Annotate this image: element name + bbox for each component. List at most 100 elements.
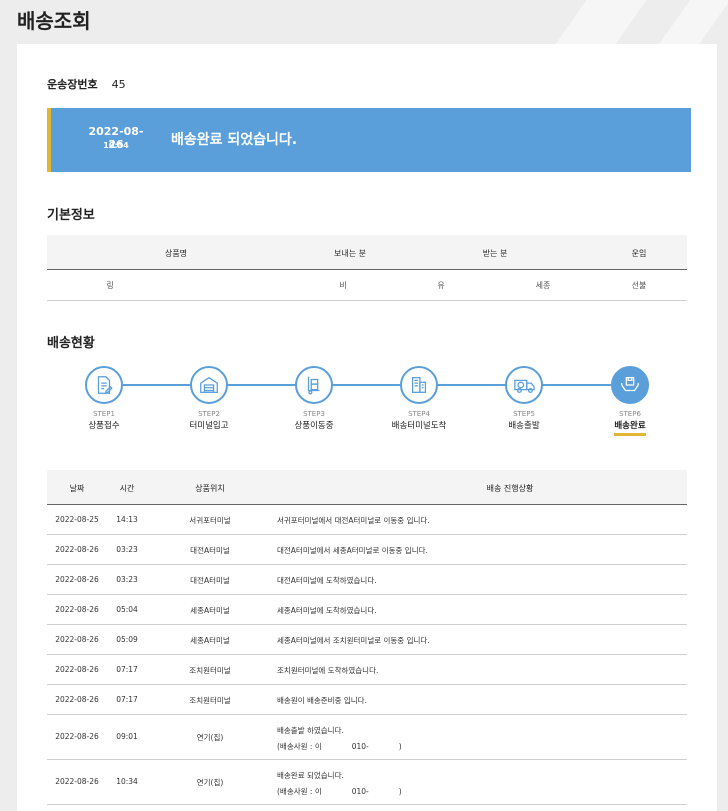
step-number: STEP6	[619, 410, 641, 418]
step-number: STEP3	[303, 410, 325, 418]
step-4: STEP4 배송터미널도착	[374, 366, 464, 431]
row-time: 03:23	[116, 545, 138, 554]
delivery-status-title: 배송현황	[47, 336, 95, 351]
sender-name: 비	[339, 281, 347, 290]
receiver-name: 유	[437, 281, 445, 290]
row-date: 2022-08-26	[55, 545, 99, 554]
buildings-icon	[400, 366, 438, 404]
step-name: 배송출발	[508, 421, 540, 431]
row-time: 07:17	[116, 695, 138, 704]
delivery-steps: STEP1 상품접수 STEP2 터미널입고 STEP3 상품이동중 STEP4…	[47, 366, 687, 446]
status-message: 배송완료 되었습니다.	[171, 132, 298, 148]
step-6: STEP6 배송완료	[585, 366, 675, 436]
status-time: 10:34	[103, 141, 129, 150]
header-receiver: 받는 분	[482, 249, 508, 258]
header-date: 날짜	[69, 484, 85, 493]
redacted-mask	[321, 740, 352, 749]
row-time: 10:34	[116, 777, 138, 786]
row-date: 2022-08-26	[55, 575, 99, 584]
header-location: 상품위치	[195, 484, 225, 493]
row-time: 07:17	[116, 665, 138, 674]
redacted-mask	[368, 740, 399, 749]
table-row: 2022-08-26 05:09 세종A터미널 세종A터미널에서 조치원터미널로…	[47, 625, 687, 655]
row-status: 대전A터미널에 도착하였습니다.	[277, 576, 377, 585]
row-date: 2022-08-26	[55, 695, 99, 704]
hands-package-icon	[611, 366, 649, 404]
table-header: 상품명 보내는 분 받는 분 운임	[47, 235, 687, 270]
status-banner: 2022-08-26 10:34 배송완료 되었습니다.	[47, 108, 691, 172]
row-status: 대전A터미널에서 세종A터미널로 이동중 입니다.	[277, 546, 428, 555]
step-5: STEP5 배송출발	[479, 366, 569, 431]
step-number: STEP2	[198, 410, 220, 418]
waybill-label: 운송장번호	[47, 78, 98, 91]
waybill-number: 운송장번호 45	[47, 76, 126, 92]
row-location: 서귀포터미널	[189, 516, 231, 525]
redacted-mask	[368, 785, 399, 794]
header-time: 시간	[119, 484, 135, 493]
table-row: 2022-08-26 09:01 연기(집) 배송출발 하였습니다. (배송사원…	[47, 715, 687, 760]
courier-info: (배송사원 : 이 010-)	[277, 740, 402, 752]
step-2: STEP2 터미널입고	[164, 366, 254, 431]
document-pen-icon	[85, 366, 123, 404]
courier-name: (배송사원 : 이	[277, 787, 322, 796]
row-date: 2022-08-26	[55, 605, 99, 614]
row-time: 05:09	[116, 635, 138, 644]
row-location: 연기(집)	[196, 733, 224, 742]
header-sender: 보내는 분	[334, 249, 366, 258]
row-location: 조치원터미널	[189, 696, 231, 705]
row-status: 세종A터미널에서 조치원터미널로 이동중 입니다.	[277, 636, 430, 645]
step-name: 터미널입고	[189, 421, 229, 431]
table-row: 2022-08-26 03:23 대전A터미널 대전A터미널에 도착하였습니다.	[47, 565, 687, 595]
row-status: 세종A터미널에 도착하였습니다.	[277, 606, 377, 615]
row-status: 배송출발 하였습니다.	[277, 726, 344, 735]
courier-paren: )	[398, 742, 402, 751]
active-step-underline	[614, 433, 646, 436]
step-name: 배송터미널도착	[391, 421, 447, 431]
row-time: 09:01	[116, 732, 138, 741]
row-date: 2022-08-25	[55, 515, 99, 524]
tracking-card: 운송장번호 45 2022-08-26 10:34 배송완료 되었습니다. 기본정…	[17, 44, 717, 811]
row-time: 05:04	[116, 605, 138, 614]
row-location: 세종A터미널	[190, 606, 230, 615]
step-name: 상품이동중	[294, 421, 334, 431]
tracking-table: 날짜 시간 상품위치 배송 진행상황 2022-08-25 14:13 서귀포터…	[47, 470, 687, 805]
row-location: 세종A터미널	[190, 636, 230, 645]
courier-name: (배송사원 : 이	[277, 742, 322, 751]
row-time: 14:13	[116, 515, 138, 524]
row-date: 2022-08-26	[55, 732, 99, 741]
row-status: 배송원이 배송준비중 입니다.	[277, 696, 367, 705]
table-row: 링 비 유 세종 선불	[47, 270, 687, 301]
delivery-truck-icon	[505, 366, 543, 404]
step-number: STEP5	[513, 410, 535, 418]
table-header: 날짜 시간 상품위치 배송 진행상황	[47, 470, 687, 505]
row-location: 조치원터미널	[189, 666, 231, 675]
header-product: 상품명	[164, 249, 188, 258]
row-status: 서귀포터미널에서 대전A터미널로 이동중 입니다.	[277, 516, 430, 525]
step-3: STEP3 상품이동중	[269, 366, 359, 431]
basic-info-title: 기본정보	[47, 208, 95, 223]
row-status: 배송완료 되었습니다.	[277, 771, 344, 780]
table-row: 2022-08-26 05:04 세종A터미널 세종A터미널에 도착하였습니다.	[47, 595, 687, 625]
fare-type: 선불	[631, 281, 647, 290]
row-location: 대전A터미널	[190, 576, 230, 585]
step-name: 배송완료	[614, 421, 646, 431]
redacted-mask	[321, 785, 352, 794]
courier-phone: 010-	[351, 742, 369, 751]
step-number: STEP1	[93, 410, 115, 418]
step-1: STEP1 상품접수	[59, 366, 149, 431]
hand-truck-icon	[295, 366, 333, 404]
step-number: STEP4	[408, 410, 430, 418]
waybill-value: 45	[111, 78, 126, 91]
table-row: 2022-08-25 14:13 서귀포터미널 서귀포터미널에서 대전A터미널로…	[47, 505, 687, 535]
courier-phone: 010-	[351, 787, 369, 796]
header-progress: 배송 진행상황	[486, 484, 534, 493]
row-date: 2022-08-26	[55, 665, 99, 674]
page-title: 배송조회	[17, 9, 91, 33]
receiver-region: 세종	[535, 281, 551, 290]
step-name: 상품접수	[88, 421, 120, 431]
table-row: 2022-08-26 07:17 조치원터미널 배송원이 배송준비중 입니다.	[47, 685, 687, 715]
row-location: 대전A터미널	[190, 546, 230, 555]
table-row: 2022-08-26 07:17 조치원터미널 조치원터미널에 도착하였습니다.	[47, 655, 687, 685]
row-status: 조치원터미널에 도착하였습니다.	[277, 666, 379, 675]
row-location: 연기(집)	[196, 778, 224, 787]
